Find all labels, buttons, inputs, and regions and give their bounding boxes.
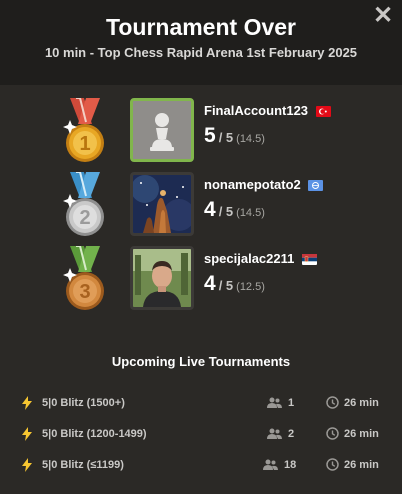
player-count: 18 bbox=[284, 459, 297, 471]
score-points: 4 bbox=[204, 198, 216, 221]
modal-header: Tournament Over 10 min - Top Chess Rapid… bbox=[0, 0, 402, 85]
tournament-row[interactable]: 5|0 Blitz (1500+) 1 26 min bbox=[22, 393, 388, 415]
pawn-avatar-icon bbox=[133, 101, 191, 159]
starts-in: 26 min bbox=[344, 397, 379, 409]
score-out-of: / 5 bbox=[218, 204, 234, 219]
serbia-flag-icon bbox=[301, 254, 317, 266]
clock-icon bbox=[326, 458, 339, 471]
medal-place-label: 3 bbox=[79, 281, 90, 303]
blitz-bolt-icon bbox=[22, 396, 32, 410]
players-icon bbox=[267, 397, 282, 408]
username[interactable]: specijalac2211 bbox=[204, 251, 294, 266]
clock-icon bbox=[326, 396, 339, 409]
blitz-bolt-icon bbox=[22, 458, 32, 472]
clock-icon bbox=[326, 427, 339, 440]
tiebreak: (14.5) bbox=[236, 133, 265, 145]
turkey-flag-icon bbox=[315, 106, 331, 118]
player-count: 1 bbox=[288, 397, 295, 409]
player-score: 5/ 5 (14.5) bbox=[204, 124, 265, 148]
person-avatar-image bbox=[133, 249, 191, 307]
upcoming-tournaments-title: Upcoming Live Tournaments bbox=[111, 354, 291, 369]
podium-row-first: 1 FinalAccount123 5/ 5 (14.5) bbox=[62, 98, 362, 168]
players-icon bbox=[263, 459, 278, 470]
medal-place-label: 2 bbox=[79, 207, 90, 229]
tournament-name[interactable]: 5|0 Blitz (1200-1499) bbox=[42, 428, 147, 440]
podium-row-third: 3 specijalac2211 4 / 5 (12.5) bbox=[62, 246, 362, 316]
avatar[interactable] bbox=[130, 172, 194, 236]
score-points: 4 bbox=[204, 272, 216, 295]
bronze-medal-icon: 3 bbox=[63, 246, 104, 310]
username[interactable]: nonamepotato2 bbox=[204, 177, 301, 192]
player-score: 4/ 5 (12.5) bbox=[204, 272, 265, 296]
podium-row-second: 2 nonamepotato2 4 / 5 (14.5) bbox=[62, 172, 362, 242]
nebula-avatar-image bbox=[133, 175, 191, 233]
starts-in: 26 min bbox=[344, 459, 379, 471]
silver-medal-icon: 2 bbox=[63, 172, 104, 236]
starts-in: 26 min bbox=[344, 428, 379, 440]
blitz-bolt-icon bbox=[22, 427, 32, 441]
avatar[interactable] bbox=[130, 98, 194, 162]
player-name[interactable]: nonamepotato2 bbox=[204, 177, 324, 192]
avatar[interactable] bbox=[130, 246, 194, 310]
tournament-name[interactable]: 5|0 Blitz (1500+) bbox=[42, 397, 125, 409]
player-count: 2 bbox=[288, 428, 295, 440]
tournament-name[interactable]: 5|0 Blitz (≤1199) bbox=[42, 459, 124, 471]
tiebreak: (12.5) bbox=[236, 281, 265, 293]
score-out-of: / 5 bbox=[218, 278, 234, 293]
tiebreak: (14.5) bbox=[236, 207, 265, 219]
medal-place-label: 1 bbox=[79, 133, 90, 155]
username[interactable]: FinalAccount123 bbox=[204, 103, 308, 118]
player-score: 4/ 5 (14.5) bbox=[204, 198, 265, 222]
modal-title: Tournament Over bbox=[106, 14, 296, 40]
close-icon[interactable]: ✕ bbox=[370, 3, 396, 29]
international-flag-icon bbox=[308, 180, 324, 192]
player-name[interactable]: specijalac2211 bbox=[204, 251, 317, 266]
tournament-row[interactable]: 5|0 Blitz (≤1199) 18 26 min bbox=[22, 455, 388, 477]
gold-medal-icon: 1 bbox=[63, 98, 104, 162]
score-out-of: / 5 bbox=[218, 130, 234, 145]
tournament-row[interactable]: 5|0 Blitz (1200-1499) 2 26 min bbox=[22, 424, 388, 446]
tournament-name: 10 min - Top Chess Rapid Arena 1st Febru… bbox=[44, 45, 358, 60]
tournament-over-modal: Tournament Over 10 min - Top Chess Rapid… bbox=[0, 0, 402, 494]
score-points: 5 bbox=[204, 124, 216, 147]
player-name[interactable]: FinalAccount123 bbox=[204, 103, 331, 118]
players-icon bbox=[267, 428, 282, 439]
